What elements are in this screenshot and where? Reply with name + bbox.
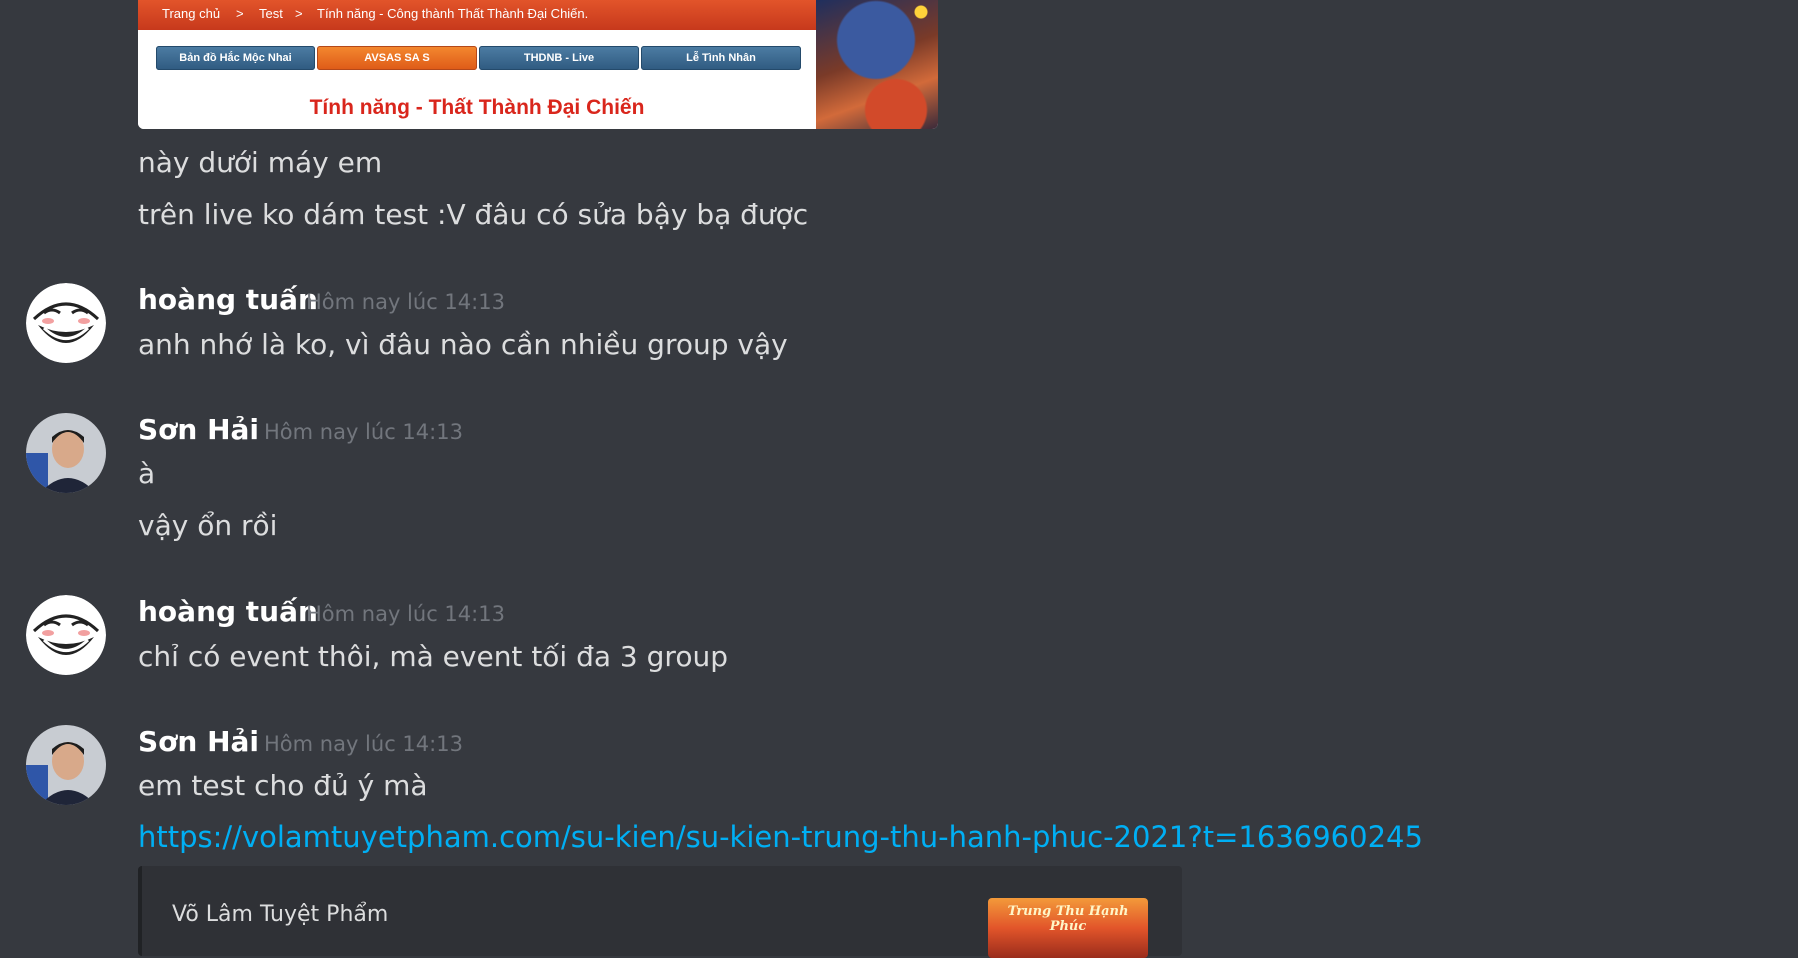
user-photo-icon — [26, 413, 106, 493]
trollface-icon — [26, 283, 106, 363]
author-name[interactable]: Sơn Hải — [138, 413, 259, 446]
author-name[interactable]: hoàng tuấn — [138, 595, 318, 628]
avatar[interactable] — [26, 595, 106, 675]
breadcrumb-separator: > — [295, 6, 303, 21]
site-tab-bar: Bản đồ Hắc Mộc Nhai AVSAS SA S THDNB - L… — [156, 46, 801, 70]
message-text: à — [138, 457, 156, 490]
user-photo-icon — [26, 725, 106, 805]
message-text: anh nhớ là ko, vì đâu nào cần nhiều grou… — [138, 328, 788, 361]
message-link[interactable]: https://volamtuyetpham.com/su-kien/su-ki… — [138, 820, 1423, 854]
message-text: em test cho đủ ý mà — [138, 769, 428, 802]
site-tab: Lễ Tình Nhân — [641, 46, 801, 70]
breadcrumb-home: Trang chủ — [162, 6, 221, 21]
site-tab-active: AVSAS SA S — [317, 46, 477, 70]
thumbnail-caption: Trung Thu Hạnh Phúc — [1007, 904, 1129, 934]
embed-thumbnail[interactable]: Trung Thu Hạnh Phúc — [988, 898, 1148, 958]
avatar[interactable] — [26, 725, 106, 805]
message-text: vậy ổn rồi — [138, 509, 278, 542]
author-name[interactable]: Sơn Hải — [138, 725, 259, 758]
site-tab: Bản đồ Hắc Mộc Nhai — [156, 46, 315, 70]
link-embed: Võ Lâm Tuyệt Phẩm Trung Thu Hạnh Phúc — [138, 866, 1182, 958]
website-screenshot: Trang chủ > Test > Tính năng - Công thàn… — [138, 0, 816, 129]
author-name[interactable]: hoàng tuấn — [138, 283, 318, 316]
breadcrumb-current: Tính năng - Công thành Thất Thành Đại Ch… — [317, 6, 589, 21]
breadcrumb-separator: > — [236, 6, 244, 21]
image-attachment[interactable]: Trang chủ > Test > Tính năng - Công thàn… — [138, 0, 938, 129]
game-artwork — [816, 0, 938, 129]
site-page-title: Tính năng - Thất Thành Đại Chiến — [309, 96, 645, 119]
message-text: chỉ có event thôi, mà event tối đa 3 gro… — [138, 640, 728, 673]
site-tab: THDNB - Live — [479, 46, 639, 70]
message-timestamp: Hôm nay lúc 14:13 — [306, 290, 505, 314]
message-timestamp: Hôm nay lúc 14:13 — [264, 732, 463, 756]
embed-provider[interactable]: Võ Lâm Tuyệt Phẩm — [172, 902, 388, 927]
avatar[interactable] — [26, 283, 106, 363]
trollface-icon — [26, 595, 106, 675]
message-timestamp: Hôm nay lúc 14:13 — [264, 420, 463, 444]
site-header-bar: Trang chủ > Test > Tính năng - Công thàn… — [138, 0, 816, 30]
message-text: trên live ko dám test :V đâu có sửa bậy … — [138, 198, 809, 231]
avatar[interactable] — [26, 413, 106, 493]
breadcrumb-test: Test — [259, 6, 283, 21]
message-timestamp: Hôm nay lúc 14:13 — [306, 602, 505, 626]
message-text: này dưới máy em — [138, 146, 383, 179]
